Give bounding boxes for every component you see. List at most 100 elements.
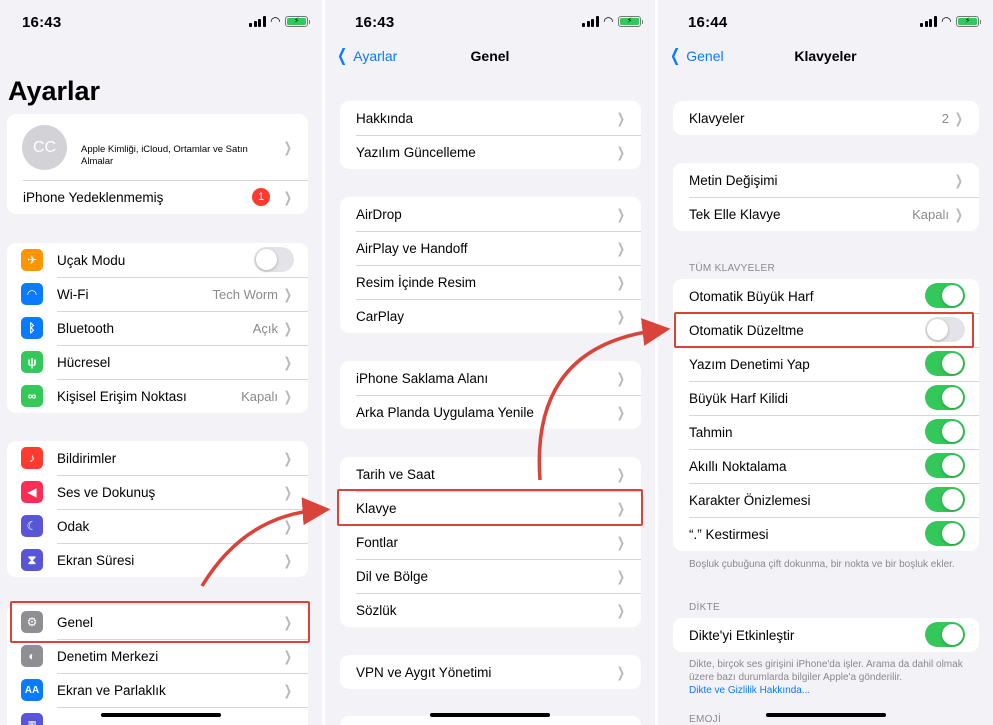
sharing-group: AirDrop ❯ AirPlay ve Handoff ❯ Resim İçind…: [340, 197, 641, 333]
item-label: Resim İçinde Resim: [356, 274, 477, 290]
grid-icon: ▦: [21, 713, 43, 725]
chevron-right-icon: ❯: [284, 320, 293, 336]
bluetooth-icon: ᛒ: [21, 317, 43, 339]
link-icon: ∞: [21, 385, 43, 407]
item-label: Klavye: [356, 500, 397, 516]
shortcut-footnote: Boşluk çubuğuna çift dokunma, bir nokta …: [689, 559, 955, 570]
nav-bar: ❮ Genel Klavyeler: [658, 44, 993, 70]
chevron-right-icon: ❯: [617, 370, 626, 386]
item-label: Ekran ve Parlaklık: [57, 682, 166, 698]
item-label: Otomatik Düzeltme: [689, 322, 804, 338]
toggle-row-auto-correction: Otomatik Düzeltme: [673, 313, 979, 347]
item-label: Dikte'yi Etkinleştir: [689, 627, 795, 643]
status-bar: 16:43 ◠ ⚡: [0, 0, 322, 40]
text-group: Metin Değişimi ❯ Tek Elle Klavye Kapalı …: [673, 163, 979, 231]
status-time: 16:44: [688, 14, 728, 31]
gear-icon: ⚙: [21, 611, 43, 633]
list-item-airdrop[interactable]: AirDrop ❯: [340, 197, 641, 231]
settings-item-screen-time[interactable]: ⧗ Ekran Süresi ❯: [7, 543, 308, 577]
settings-panel: 16:43 ◠ ⚡ Ayarlar CC Apple Kimliği, iClo…: [0, 0, 322, 725]
list-item-keyboards[interactable]: Klavyeler 2 ❯: [673, 101, 979, 135]
list-item-airplay[interactable]: AirPlay ve Handoff ❯: [340, 231, 641, 265]
list-item-vpn[interactable]: VPN ve Aygıt Yönetimi ❯: [340, 655, 641, 689]
notifications-group: ♪ Bildirimler ❯ ◀ Ses ve Dokunuş ❯ ☾ Oda…: [7, 441, 308, 577]
chevron-right-icon: ❯: [284, 682, 293, 698]
section-header-dictation: DİKTE: [689, 602, 720, 613]
list-item-keyboard[interactable]: Klavye ❯: [340, 491, 641, 525]
item-label: Büyük Harf Kilidi: [689, 390, 789, 406]
settings-item-display[interactable]: AA Ekran ve Parlaklık ❯: [7, 673, 308, 707]
item-label: Uçak Modu: [57, 252, 126, 268]
chevron-right-icon: ❯: [284, 552, 293, 568]
smart-punctuation-toggle[interactable]: [925, 453, 965, 478]
list-item-software-update[interactable]: Yazılım Güncelleme ❯: [340, 135, 641, 169]
list-item-fonts[interactable]: Fontlar ❯: [340, 525, 641, 559]
chevron-right-icon: ❯: [617, 404, 626, 420]
battery-icon: ⚡: [618, 15, 643, 27]
item-label: Tarih ve Saat: [356, 466, 435, 482]
list-item-pip[interactable]: Resim İçinde Resim ❯: [340, 265, 641, 299]
battery-icon: ⚡: [956, 15, 981, 27]
character-preview-toggle[interactable]: [925, 487, 965, 512]
period-shortcut-toggle[interactable]: [925, 521, 965, 546]
antenna-icon: ψ: [21, 351, 43, 373]
chevron-right-icon: ❯: [284, 484, 293, 500]
toggle-row-predictive: Tahmin: [673, 415, 979, 449]
item-label: Kişisel Erişim Noktası: [57, 388, 187, 404]
home-indicator: [430, 712, 550, 717]
dictation-privacy-link[interactable]: Dikte ve Gizlilik Hakkında...: [689, 684, 969, 697]
item-label: Odak: [57, 518, 90, 534]
about-group: Hakkında ❯ Yazılım Güncelleme ❯: [340, 101, 641, 169]
signal-icon: [582, 15, 599, 27]
avatar: CC: [22, 125, 67, 170]
notification-badge: 1: [252, 188, 270, 206]
chevron-right-icon: ❯: [617, 144, 626, 160]
page-title: Ayarlar: [8, 76, 101, 106]
settings-item-notifications[interactable]: ♪ Bildirimler ❯: [7, 441, 308, 475]
item-label: VPN ve Aygıt Yönetimi: [356, 664, 492, 680]
list-item-dictionary[interactable]: Sözlük ❯: [340, 593, 641, 627]
settings-item-airplane-mode[interactable]: ✈ Uçak Modu: [7, 243, 308, 277]
chevron-right-icon: ❯: [284, 189, 293, 205]
predictive-toggle[interactable]: [925, 419, 965, 444]
settings-item-hotspot[interactable]: ∞ Kişisel Erişim Noktası Kapalı ❯: [7, 379, 308, 413]
list-item-about[interactable]: Hakkında ❯: [340, 101, 641, 135]
settings-item-control-center[interactable]: ◐ Denetim Merkezi ❯: [7, 639, 308, 673]
list-item-text-replacement[interactable]: Metin Değişimi ❯: [673, 163, 979, 197]
enable-dictation-toggle[interactable]: [925, 622, 965, 647]
list-item-one-handed[interactable]: Tek Elle Klavye Kapalı ❯: [673, 197, 979, 231]
list-item-carplay[interactable]: CarPlay ❯: [340, 299, 641, 333]
backup-label: iPhone Yedeklenmemiş: [23, 189, 164, 205]
backup-row[interactable]: iPhone Yedeklenmemiş 1 ❯: [7, 180, 308, 214]
list-item-date-time[interactable]: Tarih ve Saat ❯: [340, 457, 641, 491]
airplane-mode-toggle[interactable]: [254, 247, 294, 272]
list-item-background-refresh[interactable]: Arka Planda Uygulama Yenile ❯: [340, 395, 641, 429]
item-value: Kapalı: [241, 389, 278, 404]
wifi-status-icon: ◠: [270, 14, 280, 28]
toggle-row-enable-dictation: Dikte'yi Etkinleştir: [673, 618, 979, 652]
settings-item-cellular[interactable]: ψ Hücresel ❯: [7, 345, 308, 379]
settings-item-bluetooth[interactable]: ᛒ Bluetooth Açık ❯: [7, 311, 308, 345]
toggle-row-character-preview: Karakter Önizlemesi: [673, 483, 979, 517]
settings-item-sounds[interactable]: ◀ Ses ve Dokunuş ❯: [7, 475, 308, 509]
settings-item-wifi[interactable]: ◠ Wi-Fi Tech Worm ❯: [7, 277, 308, 311]
auto-correction-toggle[interactable]: [925, 317, 965, 342]
speaker-icon: ◀: [21, 481, 43, 503]
item-label: Bildirimler: [57, 450, 117, 466]
list-item-language-region[interactable]: Dil ve Bölge ❯: [340, 559, 641, 593]
status-time: 16:43: [22, 14, 62, 31]
storage-group: iPhone Saklama Alanı ❯ Arka Planda Uygula…: [340, 361, 641, 429]
toggle-row-spell-check: Yazım Denetimi Yap: [673, 347, 979, 381]
settings-item-focus[interactable]: ☾ Odak ❯: [7, 509, 308, 543]
apple-id-row[interactable]: CC Apple Kimliği, iCloud, Ortamlar ve Sa…: [7, 114, 308, 180]
auto-capitalization-toggle[interactable]: [925, 283, 965, 308]
moon-icon: ☾: [21, 515, 43, 537]
spell-check-toggle[interactable]: [925, 351, 965, 376]
settings-item-general[interactable]: ⚙ Genel ❯: [7, 605, 308, 639]
caps-lock-toggle[interactable]: [925, 385, 965, 410]
signal-icon: [920, 15, 937, 27]
item-label: Yazılım Güncelleme: [356, 144, 476, 160]
chevron-right-icon: ❯: [617, 466, 626, 482]
list-item-storage[interactable]: iPhone Saklama Alanı ❯: [340, 361, 641, 395]
dictation-note-text: Dikte, birçok ses girişini iPhone'da işl…: [689, 659, 963, 683]
